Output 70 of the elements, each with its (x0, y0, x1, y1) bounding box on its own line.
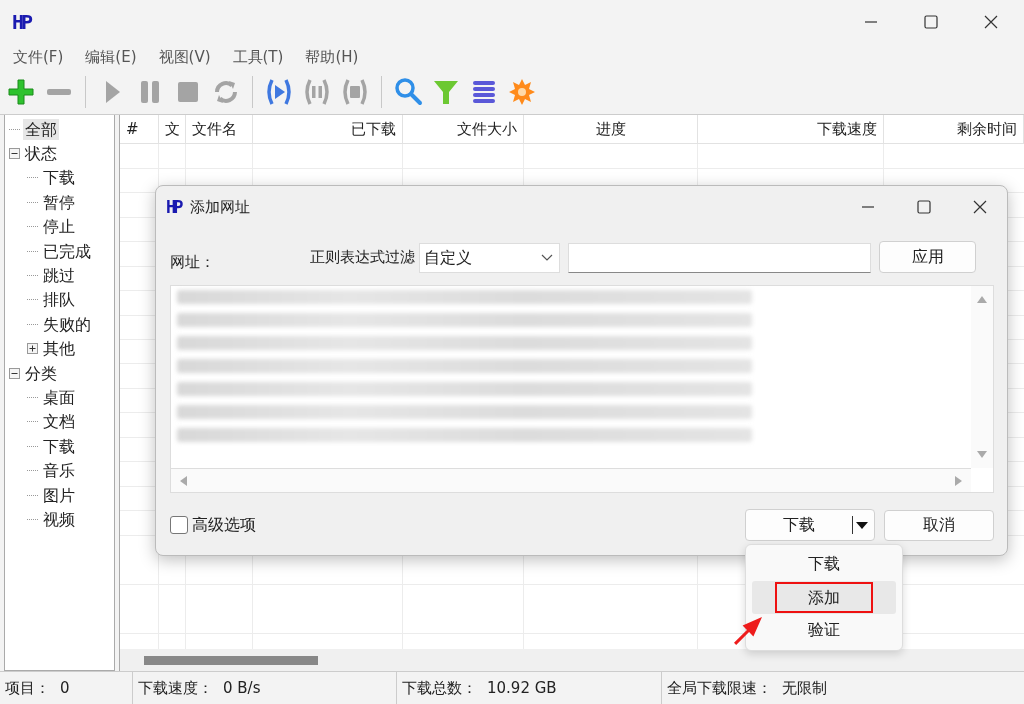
tree-item[interactable]: 全部 (23, 118, 59, 140)
dialog-logo: HP (166, 197, 181, 217)
tree-item[interactable]: 图片 (41, 484, 77, 506)
tree-item[interactable]: 下载 (41, 167, 77, 189)
menu-item[interactable]: 工具(T) (232, 47, 284, 67)
status-label: 下载总数： (402, 678, 477, 698)
scroll-right-icon[interactable] (955, 475, 963, 486)
tree-item[interactable]: 下载 (41, 435, 77, 457)
tree-item[interactable]: 分类 (23, 362, 59, 384)
search-icon[interactable] (393, 77, 423, 107)
close-icon[interactable] (973, 200, 987, 214)
collapse-icon[interactable] (9, 367, 20, 379)
checkbox-label[interactable]: 高级选项 (192, 514, 256, 536)
scrollbar-thumb[interactable] (144, 655, 318, 665)
tree-item[interactable]: 其他 (41, 338, 77, 360)
app-logo: HP (12, 10, 31, 34)
maximize-icon[interactable] (924, 15, 938, 29)
apply-button[interactable]: 应用 (879, 241, 976, 273)
maximize-icon[interactable] (917, 200, 931, 214)
status-value: 0 (60, 679, 70, 697)
filter-dropdown[interactable]: 自定义 (419, 243, 560, 273)
tree-item[interactable]: 音乐 (41, 460, 77, 482)
menu-item[interactable]: 视图(V) (158, 47, 211, 67)
column-header[interactable]: 文件名 (186, 115, 253, 143)
add-icon[interactable] (6, 77, 36, 107)
filter-label: 正则表达式过滤 (310, 248, 415, 268)
column-header[interactable]: # (120, 115, 159, 143)
column-header[interactable]: 文件大小 (403, 115, 524, 143)
column-header[interactable]: 进度 (524, 115, 698, 143)
checkbox[interactable] (170, 516, 188, 534)
column-header[interactable]: 已下载 (253, 115, 403, 143)
tree-item[interactable]: 失败的 (41, 313, 93, 335)
menu-item[interactable]: 文件(F) (13, 47, 64, 67)
status-label: 下载速度： (138, 678, 213, 698)
filter-input[interactable] (568, 243, 871, 273)
tree-item[interactable]: 停止 (41, 216, 77, 238)
expand-icon[interactable] (27, 343, 38, 355)
close-icon[interactable] (984, 15, 998, 29)
tree-item[interactable]: 排队 (41, 289, 77, 311)
cancel-button[interactable]: 取消 (884, 509, 994, 541)
column-header[interactable]: 下载速度 (698, 115, 884, 143)
dialog-title: 添加网址 (190, 197, 251, 217)
tree-item[interactable]: 状态 (23, 143, 59, 165)
scroll-down-icon[interactable] (977, 451, 987, 459)
collapse-icon[interactable] (9, 148, 20, 160)
tree-item[interactable]: 文档 (41, 411, 77, 433)
status-label: 全局下载限速： (667, 678, 772, 698)
arrow-icon (734, 617, 762, 645)
tree-item[interactable]: 桌面 (41, 387, 77, 408)
menu-item[interactable]: 下载 (800, 552, 848, 577)
status-value: 10.92 GB (487, 679, 557, 697)
status-value: 无限制 (782, 678, 827, 698)
menu-item[interactable]: 验证 (800, 618, 848, 643)
column-header[interactable]: 剩余时间 (884, 115, 1024, 143)
status-value: 0 B/s (223, 679, 261, 697)
start-all-icon[interactable] (264, 77, 294, 107)
tree-item[interactable]: 暂停 (41, 191, 77, 213)
url-label: 网址： (170, 253, 216, 273)
tree-item[interactable]: 跳过 (41, 265, 77, 287)
tree-item[interactable]: 已完成 (41, 240, 93, 262)
chevron-icon (541, 254, 553, 262)
status-label: 项目： (5, 678, 50, 698)
settings-icon[interactable] (507, 77, 537, 107)
scroll-left-icon[interactable] (179, 475, 187, 486)
menu-item[interactable]: 添加 (775, 582, 873, 613)
tree-item[interactable]: 视频 (41, 508, 77, 530)
menu-item[interactable]: 编辑(E) (85, 47, 137, 67)
column-header[interactable]: 文 (159, 115, 186, 143)
scroll-up-icon[interactable] (977, 295, 987, 303)
menu-item[interactable]: 帮助(H) (305, 47, 359, 67)
